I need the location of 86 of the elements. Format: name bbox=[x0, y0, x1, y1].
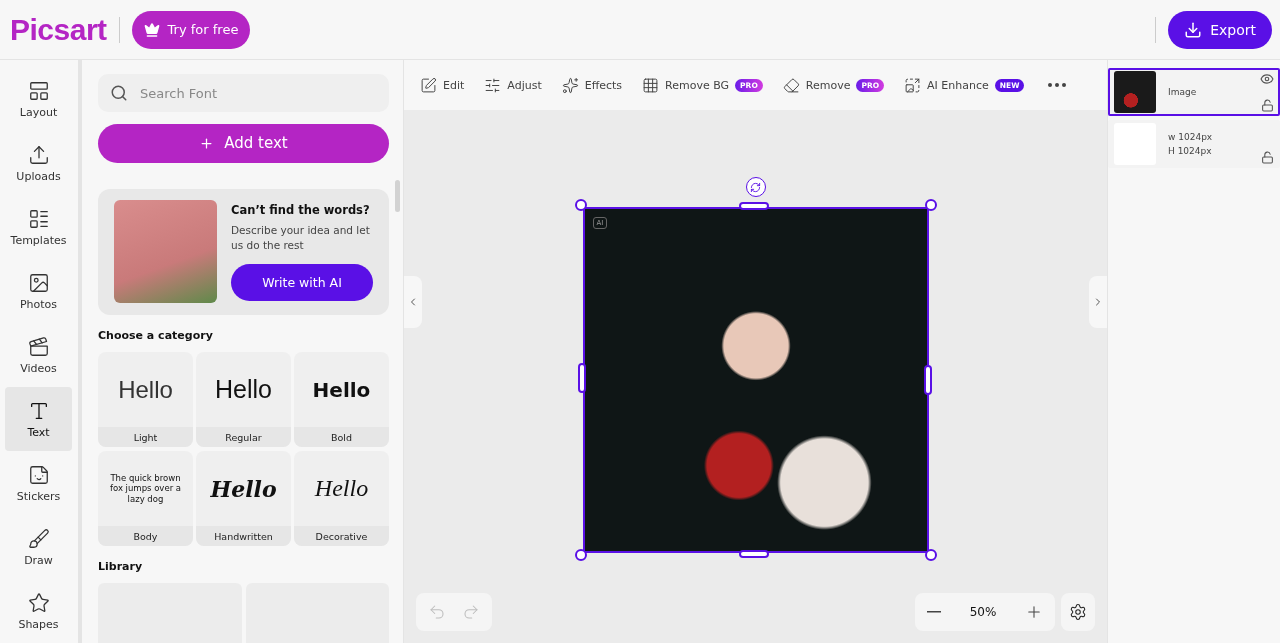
layout-icon bbox=[27, 80, 50, 103]
grid-icon bbox=[642, 76, 660, 94]
section-heading: Choose a category bbox=[98, 329, 214, 342]
toolbar-button[interactable]: Adjust bbox=[484, 76, 542, 94]
sidebar-item[interactable]: Uploads bbox=[5, 131, 72, 196]
resize-handle[interactable] bbox=[574, 199, 587, 211]
category-label: Regular bbox=[196, 427, 291, 447]
download-icon bbox=[1184, 20, 1203, 39]
sidebar-item[interactable]: Videos bbox=[5, 323, 72, 388]
category-label: Decorative bbox=[294, 526, 389, 546]
settings-button[interactable] bbox=[1061, 593, 1095, 631]
undo-icon bbox=[428, 603, 446, 621]
plus-icon bbox=[199, 135, 215, 151]
upload-icon bbox=[27, 144, 50, 167]
sidebar-item[interactable]: Text bbox=[5, 387, 72, 452]
scrollbar-thumb[interactable] bbox=[395, 180, 400, 212]
layer-width: w 1024px bbox=[1168, 132, 1214, 142]
resize-handle[interactable] bbox=[924, 549, 937, 561]
sidebar-item[interactable]: Shapes bbox=[5, 579, 72, 643]
rotate-handle[interactable] bbox=[745, 177, 766, 197]
plus-icon bbox=[1025, 603, 1043, 621]
settings-icon bbox=[1069, 603, 1087, 621]
logo: Picsart bbox=[10, 12, 107, 47]
font-sample: Hello bbox=[313, 474, 370, 503]
resize-handle[interactable] bbox=[738, 202, 769, 210]
add-text-button[interactable]: Add text bbox=[98, 124, 389, 163]
category-label: Light bbox=[98, 427, 193, 447]
list-icon bbox=[27, 208, 50, 231]
search-field[interactable]: Search Font bbox=[98, 74, 389, 112]
category-label: Body bbox=[98, 526, 193, 546]
sticker-icon bbox=[27, 463, 50, 486]
toolbar-button[interactable]: Effects bbox=[561, 76, 623, 94]
sidebar-item[interactable]: Draw bbox=[5, 515, 72, 580]
photo-placeholder bbox=[1114, 71, 1156, 113]
try-for-free-button[interactable]: Try for free bbox=[131, 10, 251, 49]
more-icon bbox=[1048, 83, 1067, 87]
category-card[interactable]: Hello Handwritten bbox=[196, 451, 291, 546]
category-label: Handwritten bbox=[196, 526, 291, 546]
export-button[interactable]: Export bbox=[1168, 10, 1272, 49]
promo-text: Describe your idea and let us do the rest bbox=[231, 222, 371, 254]
layer-height: H 1024px bbox=[1168, 146, 1213, 156]
write-with-ai-button[interactable]: Write with AI bbox=[231, 264, 373, 302]
font-sample: Hello bbox=[117, 374, 174, 405]
brush-icon bbox=[27, 527, 50, 550]
font-sample: Hello bbox=[209, 474, 278, 504]
section-heading: Library bbox=[98, 560, 144, 573]
sidebar-item[interactable]: Photos bbox=[5, 259, 72, 324]
minus-icon bbox=[927, 611, 941, 613]
toolbar-button[interactable]: Edit bbox=[420, 76, 465, 94]
sidebar-item[interactable]: Stickers bbox=[5, 451, 72, 516]
font-sample: Hello bbox=[214, 374, 273, 405]
image-icon bbox=[27, 272, 50, 295]
layer-item[interactable]: Image bbox=[1108, 68, 1280, 116]
sparkles-icon bbox=[561, 76, 579, 94]
resize-handle[interactable] bbox=[577, 363, 586, 393]
crown-icon bbox=[143, 21, 160, 38]
resize-handle[interactable] bbox=[923, 365, 932, 395]
category-card[interactable]: Hello Decorative bbox=[294, 451, 389, 546]
search-icon bbox=[110, 84, 128, 102]
sliders-icon bbox=[484, 76, 502, 94]
layer-name: Image bbox=[1168, 87, 1198, 97]
category-card[interactable]: Hello Regular bbox=[196, 352, 291, 447]
eye-icon[interactable] bbox=[1260, 72, 1274, 86]
clapperboard-icon bbox=[27, 336, 50, 358]
zoom-level: 50% bbox=[968, 605, 998, 619]
promo-title: Can’t find the words? bbox=[231, 202, 371, 217]
pen-icon bbox=[420, 76, 437, 94]
resize-handle[interactable] bbox=[574, 549, 587, 561]
lock-icon[interactable] bbox=[1261, 151, 1274, 164]
layer-item[interactable]: w 1024px H 1024px bbox=[1108, 120, 1280, 168]
font-sample: Hello bbox=[311, 376, 372, 404]
font-sample: The quick brown fox jumps over a lazy dog bbox=[108, 472, 183, 506]
category-label: Bold bbox=[294, 427, 389, 447]
redo-icon bbox=[462, 603, 480, 621]
resize-handle[interactable] bbox=[738, 550, 769, 558]
sidebar-item[interactable]: Templates bbox=[5, 195, 72, 260]
category-card[interactable]: Hello Bold bbox=[294, 352, 389, 447]
lock-icon[interactable] bbox=[1261, 99, 1274, 112]
star-icon bbox=[27, 591, 50, 614]
eraser-icon bbox=[782, 76, 800, 94]
sidebar-item[interactable]: Layout bbox=[5, 68, 72, 132]
image-icon bbox=[904, 76, 922, 94]
resize-handle[interactable] bbox=[924, 199, 937, 211]
rotate-icon bbox=[750, 181, 761, 193]
category-card[interactable]: Hello Light bbox=[98, 352, 193, 447]
category-card[interactable]: The quick brown fox jumps over a lazy dog Body bbox=[98, 451, 193, 546]
